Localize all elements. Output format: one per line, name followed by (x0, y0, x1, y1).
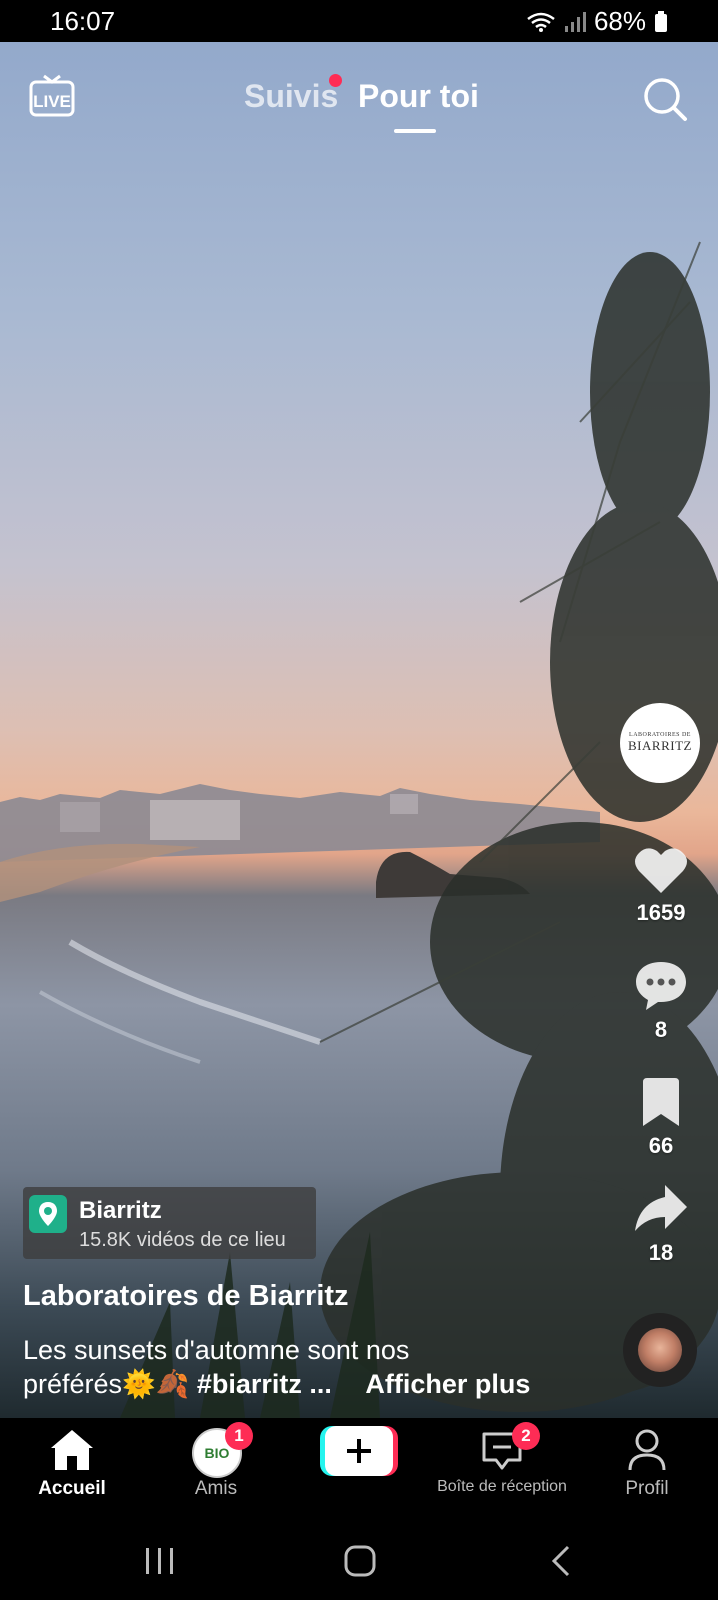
status-time: 16:07 (50, 6, 116, 36)
comment-count: 8 (654, 1017, 668, 1042)
profile-icon (628, 1429, 666, 1471)
like-button[interactable]: 1659 (616, 845, 706, 926)
bottom-nav: Accueil BIO 1 Amis 2 Boîte de réception … (0, 1418, 718, 1520)
caption-line1: Les sunsets d'automne sont nos (23, 1335, 410, 1365)
notification-dot (329, 74, 342, 87)
hashtag-link[interactable]: #biarritz ... (197, 1369, 332, 1399)
caption: Les sunsets d'automne sont nos préférés🌞… (23, 1333, 583, 1401)
share-icon (635, 1185, 687, 1231)
system-nav-bar (0, 1520, 718, 1600)
battery-icon (655, 10, 667, 32)
live-icon[interactable]: LIVE (28, 72, 76, 120)
location-chip[interactable]: Biarritz 15.8K vidéos de ce lieu (23, 1187, 316, 1259)
tab-suivis[interactable]: Suivis (244, 78, 338, 115)
save-count: 66 (648, 1133, 674, 1158)
signal-icon (564, 11, 586, 32)
caption-line2: préférés🌞🍂 (23, 1369, 190, 1399)
status-bar: 16:07 68% (0, 0, 718, 42)
tab-pour-toi[interactable]: Pour toi (358, 78, 479, 115)
nav-home[interactable]: Accueil (20, 1418, 124, 1518)
bookmark-icon (643, 1078, 679, 1126)
live-label: LIVE (33, 92, 71, 111)
nav-inbox-label: Boîte de réception (437, 1478, 567, 1495)
music-cover (638, 1328, 682, 1372)
location-subtitle: 15.8K vidéos de ce lieu (79, 1229, 286, 1251)
inbox-badge: 2 (512, 1422, 540, 1450)
home-icon (51, 1430, 93, 1470)
like-count: 1659 (636, 900, 686, 925)
share-button[interactable]: 18 (616, 1183, 706, 1266)
account-name[interactable]: Laboratoires de Biarritz (23, 1280, 349, 1313)
search-icon[interactable] (642, 76, 688, 122)
music-disc[interactable] (623, 1313, 697, 1387)
nav-profile[interactable]: Profil (600, 1418, 694, 1518)
comment-button[interactable]: 8 (616, 958, 706, 1043)
active-tab-indicator (394, 129, 436, 133)
battery-percent: 68% (593, 6, 646, 36)
create-button[interactable] (320, 1426, 398, 1476)
heart-icon (635, 848, 687, 893)
friends-avatar-text: BIO (204, 1445, 230, 1461)
comment-icon (636, 962, 686, 1010)
creator-avatar[interactable]: LABORATOIRES DE BIARRITZ (620, 703, 700, 783)
status-right: 68% (526, 6, 668, 37)
home-system-icon[interactable] (343, 1544, 377, 1578)
avatar-line2: BIARRITZ (628, 738, 692, 753)
recent-apps-icon[interactable] (143, 1546, 177, 1576)
location-name: Biarritz (79, 1197, 162, 1224)
save-button[interactable]: 66 (616, 1078, 706, 1159)
share-count: 18 (648, 1240, 674, 1265)
show-more-link[interactable]: Afficher plus (365, 1369, 530, 1399)
nav-home-label: Accueil (38, 1478, 106, 1499)
plus-icon (320, 1426, 398, 1476)
wifi-icon (527, 12, 555, 32)
friends-badge: 1 (225, 1422, 253, 1450)
nav-profile-label: Profil (625, 1478, 669, 1499)
location-pin-icon (29, 1195, 67, 1233)
nav-inbox[interactable]: 2 Boîte de réception (432, 1418, 572, 1518)
nav-friends[interactable]: BIO 1 Amis (170, 1418, 262, 1518)
nav-friends-label: Amis (194, 1478, 238, 1499)
back-icon[interactable] (550, 1544, 572, 1578)
